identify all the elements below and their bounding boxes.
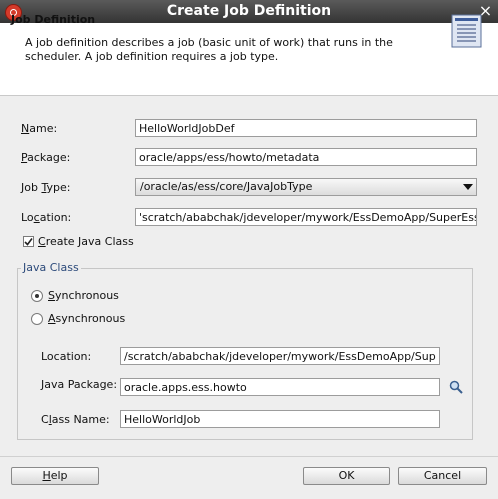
java-class-group-label: Java Class [21, 261, 81, 275]
cancel-button[interactable]: Cancel [398, 467, 487, 485]
create-java-class-checkbox[interactable] [23, 236, 34, 247]
chevron-down-icon [463, 184, 473, 190]
java-package-field[interactable]: oracle.apps.ess.howto [120, 378, 440, 396]
header-description: A job definition describes a job (basic … [25, 36, 393, 63]
document-list-icon [451, 14, 482, 48]
location-field[interactable]: 'scratch/ababchak/jdeveloper/mywork/EssD… [135, 208, 477, 226]
synchronous-radio[interactable] [31, 290, 43, 302]
name-field[interactable]: HelloWorldJobDef [135, 119, 477, 137]
synchronous-label: Synchronous [48, 289, 119, 302]
class-name-field[interactable]: HelloWorldJob [120, 410, 440, 428]
header-title: Job Definition [11, 13, 96, 26]
class-location-field[interactable]: /scratch/ababchak/jdeveloper/mywork/EssD… [120, 347, 440, 365]
asynchronous-label: Asynchronous [48, 312, 126, 325]
location-label: Location: [21, 211, 72, 224]
search-icon[interactable] [449, 380, 463, 394]
name-label: Name: [21, 122, 58, 135]
footer-separator [0, 456, 498, 457]
ok-button[interactable]: OK [303, 467, 390, 485]
help-button[interactable]: Help [11, 467, 99, 485]
job-type-value: /oracle/as/ess/core/JavaJobType [140, 180, 313, 193]
create-java-class-label: Create Java Class [38, 235, 134, 248]
job-type-dropdown[interactable]: /oracle/as/ess/core/JavaJobType [135, 178, 477, 196]
asynchronous-radio[interactable] [31, 313, 43, 325]
job-type-label: Job Type: [21, 181, 71, 194]
class-name-label: Class Name: [41, 413, 110, 426]
package-field[interactable]: oracle/apps/ess/howto/metadata [135, 148, 477, 166]
checkmark-icon [24, 238, 33, 246]
package-label: Package: [21, 151, 71, 164]
java-package-label: Java Package: [41, 378, 118, 391]
class-location-label: Location: [41, 350, 92, 363]
radio-selected-dot [35, 294, 39, 298]
